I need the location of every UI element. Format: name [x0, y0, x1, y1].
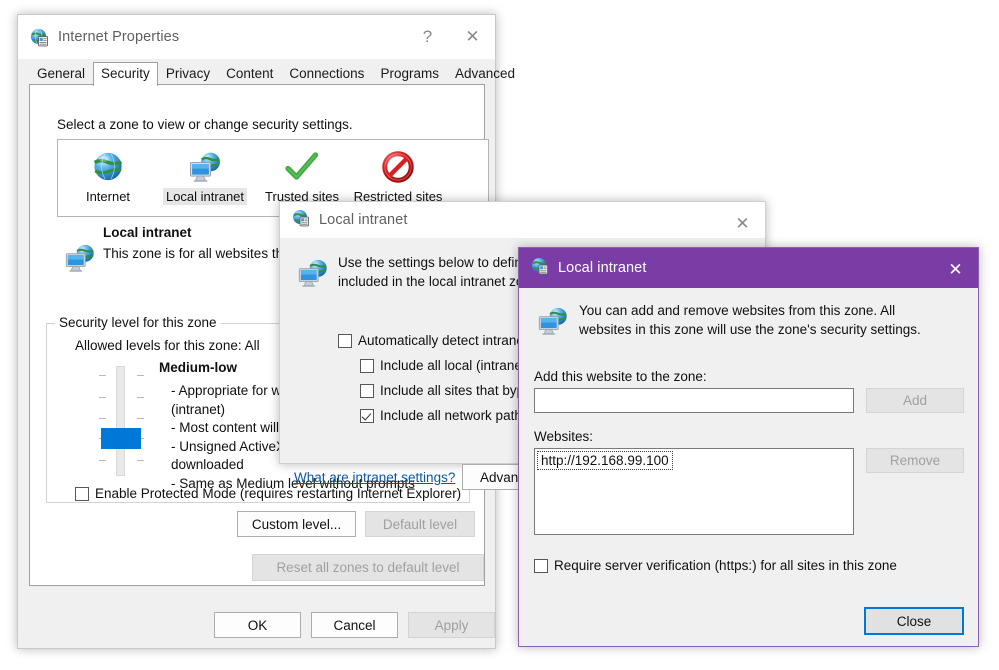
- close-icon[interactable]: ✕: [933, 250, 978, 290]
- security-level-group-title: Security level for this zone: [55, 315, 221, 330]
- monitor-globe-icon: [296, 257, 330, 294]
- zone-internet-label: Internet: [85, 189, 131, 204]
- monitor-globe-icon: [536, 305, 570, 342]
- checkbox-box: [360, 359, 374, 373]
- zone-local-intranet[interactable]: Local intranet: [157, 146, 253, 206]
- cancel-button[interactable]: Cancel: [311, 612, 398, 638]
- tab-advanced[interactable]: Advanced: [447, 62, 523, 86]
- monitor-globe-icon: [63, 242, 97, 279]
- tab-general[interactable]: General: [29, 62, 93, 86]
- security-level-slider[interactable]: [94, 366, 148, 476]
- internet-properties-titlebar-buttons: ? ✕: [405, 15, 495, 59]
- slider-tick: [137, 397, 144, 398]
- require-server-verification-label: Require server verification (https:) for…: [554, 558, 897, 573]
- internet-properties-title: Internet Properties: [58, 29, 180, 45]
- internet-properties-icon: [531, 257, 549, 280]
- local-intranet-settings-titlebar: Local intranet ✕: [280, 202, 765, 238]
- tab-privacy[interactable]: Privacy: [158, 62, 218, 86]
- slider-track: [116, 366, 125, 476]
- enable-protected-mode-checkbox[interactable]: Enable Protected Mode (requires restarti…: [75, 486, 461, 502]
- close-icon[interactable]: ✕: [720, 206, 765, 242]
- local-intranet-sites-body: You can add and remove websites from thi…: [519, 288, 978, 646]
- local-intranet-settings-title: Local intranet: [319, 212, 408, 228]
- slider-tick: [137, 460, 144, 461]
- zone-local-intranet-label: Local intranet: [162, 188, 248, 205]
- reset-all-zones-button: Reset all zones to default level: [252, 554, 484, 581]
- zone-internet[interactable]: Internet: [60, 146, 156, 206]
- tabstrip: General Security Privacy Content Connect…: [18, 59, 515, 86]
- checkbox-box: [75, 487, 89, 501]
- screen: Internet Properties ? ✕ General Security…: [0, 0, 999, 670]
- remove-button: Remove: [866, 448, 964, 473]
- globe-icon: [60, 146, 156, 188]
- help-button[interactable]: ?: [405, 15, 450, 59]
- local-intranet-sites-description: You can add and remove websites from thi…: [579, 303, 921, 337]
- zone-restricted-sites[interactable]: Restricted sites: [350, 146, 446, 206]
- security-level-name: Medium-low: [159, 360, 237, 375]
- ok-button[interactable]: OK: [214, 612, 301, 638]
- add-website-label: Add this website to the zone:: [534, 369, 707, 384]
- slider-tick: [99, 375, 106, 376]
- add-button: Add: [866, 388, 964, 413]
- require-server-verification-checkbox[interactable]: Require server verification (https:) for…: [534, 558, 897, 574]
- internet-properties-icon: [292, 209, 310, 232]
- local-intranet-sites-title: Local intranet: [558, 260, 647, 276]
- websites-label: Websites:: [534, 429, 594, 444]
- list-item[interactable]: http://192.168.99.100: [537, 451, 673, 470]
- internet-properties-titlebar: Internet Properties ? ✕: [18, 15, 495, 59]
- checkbox-box: [534, 559, 548, 573]
- checkbox-box: [360, 384, 374, 398]
- custom-level-button[interactable]: Custom level...: [237, 511, 356, 537]
- slider-tick: [99, 460, 106, 461]
- tab-connections[interactable]: Connections: [281, 62, 372, 86]
- enable-protected-mode-label: Enable Protected Mode (requires restarti…: [95, 486, 462, 501]
- checkbox-box: [338, 334, 352, 348]
- local-intranet-sites-titlebar: Local intranet ✕: [519, 248, 978, 288]
- internet-properties-icon: [30, 28, 49, 47]
- local-intranet-sites-window: Local intranet ✕ You can add and remove …: [518, 247, 979, 647]
- default-level-button: Default level: [365, 511, 475, 537]
- slider-thumb[interactable]: [101, 428, 141, 449]
- checkbox-box: [360, 409, 374, 423]
- local-intranet-sites-titlebar-buttons: ✕: [933, 248, 978, 292]
- close-icon[interactable]: ✕: [450, 15, 495, 59]
- red-prohibition-icon: [350, 146, 446, 188]
- zone-prompt: Select a zone to view or change security…: [57, 117, 353, 132]
- allowed-levels-text: Allowed levels for this zone: All: [75, 338, 260, 353]
- tab-programs[interactable]: Programs: [372, 62, 447, 86]
- slider-tick: [99, 418, 106, 419]
- slider-tick: [99, 397, 106, 398]
- slider-tick: [137, 375, 144, 376]
- green-check-icon: [254, 146, 350, 188]
- monitor-globe-icon: [157, 146, 253, 188]
- tab-content[interactable]: Content: [218, 62, 281, 86]
- slider-tick: [137, 418, 144, 419]
- add-website-input[interactable]: [534, 388, 854, 413]
- close-button[interactable]: Close: [864, 607, 964, 635]
- apply-button: Apply: [408, 612, 495, 638]
- tab-security[interactable]: Security: [93, 62, 158, 86]
- intranet-settings-help-link[interactable]: What are intranet settings?: [294, 470, 455, 485]
- zone-trusted-sites[interactable]: Trusted sites: [254, 146, 350, 206]
- zone-description-title: Local intranet: [103, 225, 192, 240]
- websites-listbox[interactable]: http://192.168.99.100: [534, 448, 854, 535]
